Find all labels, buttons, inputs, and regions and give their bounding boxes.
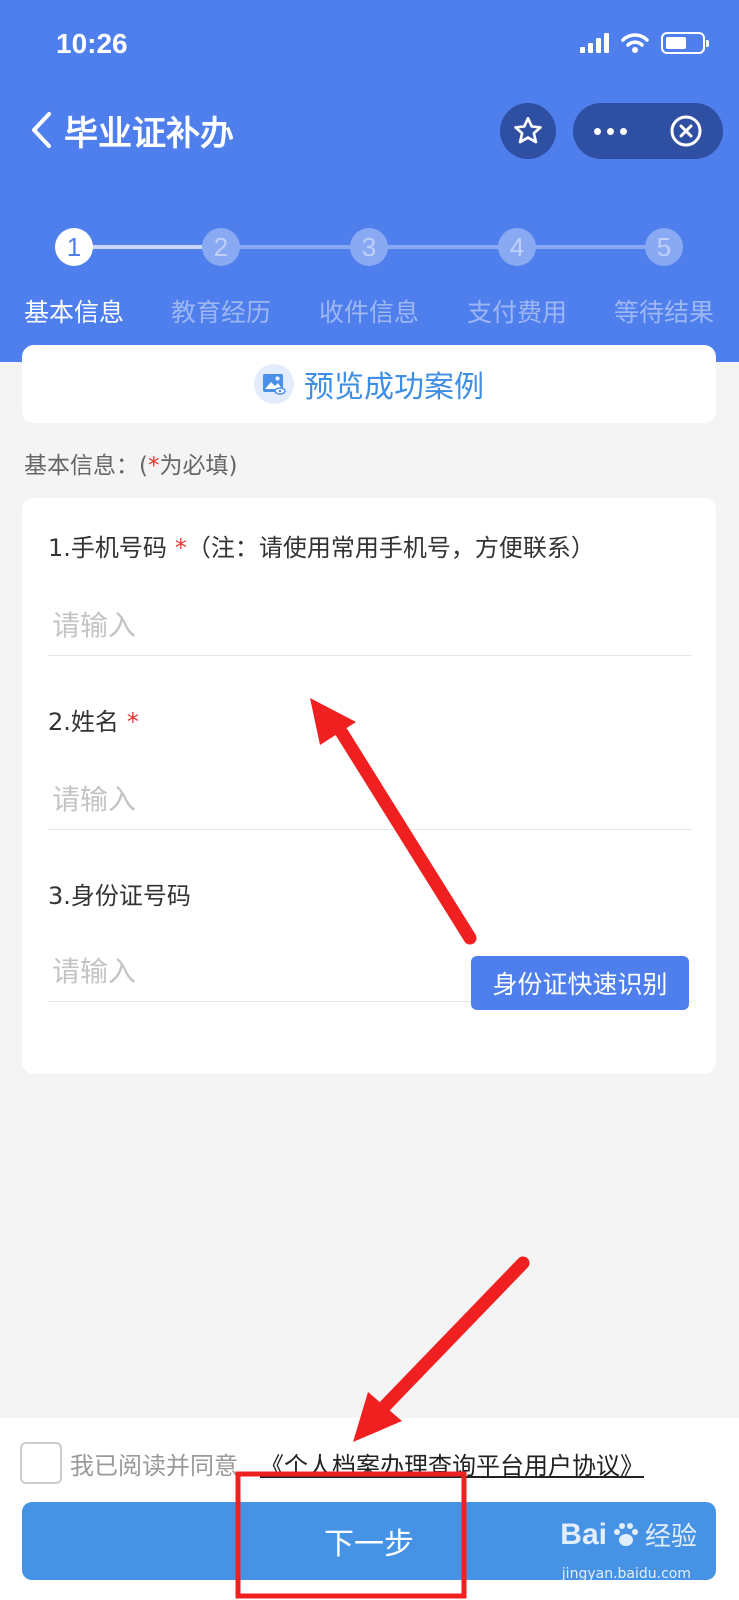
step-3-dot: 3 <box>350 228 388 266</box>
watermark-brand: Bai <box>560 1517 607 1551</box>
favorite-button[interactable] <box>500 103 556 159</box>
more-dots-icon <box>594 127 601 135</box>
step-1-dot: 1 <box>55 228 93 266</box>
step-1-label: 基本信息 <box>23 298 124 327</box>
baidu-watermark: Bai 经验 <box>560 1516 697 1553</box>
agree-checkbox[interactable] <box>20 1442 62 1484</box>
close-circle-icon <box>670 115 701 147</box>
chevron-left-icon <box>32 112 51 148</box>
agreement-row: 我已阅读并同意 《个人档案办理查询平台用户协议》 <box>20 1442 644 1484</box>
user-agreement-link[interactable]: 《个人档案办理查询平台用户协议》 <box>260 1446 644 1481</box>
header: 10:26 毕业证补办 1 2 3 4 5 基本信息 教育经历 收件信息 支付费… <box>0 0 739 362</box>
paw-icon <box>613 1522 638 1546</box>
step-5-label: 等待结果 <box>613 298 714 327</box>
battery-icon <box>661 32 709 54</box>
id-quick-scan-button[interactable]: 身份证快速识别 <box>471 956 689 1010</box>
step-4-label: 支付费用 <box>466 298 567 327</box>
watermark-jingyan: 经验 <box>644 1522 697 1552</box>
back-button[interactable] <box>30 108 60 152</box>
id-number-label: 3.身份证号码 <box>48 882 191 910</box>
star-icon <box>514 117 542 144</box>
red-arrow-down <box>353 1256 530 1442</box>
section-note-prefix: 基本信息：( <box>24 453 148 479</box>
step-2-label: 教育经历 <box>170 298 271 327</box>
step-5-dot: 5 <box>645 228 683 266</box>
preview-success-cases[interactable]: 预览成功案例 <box>22 345 716 423</box>
step-4-dot: 4 <box>498 228 536 266</box>
image-preview-icon <box>254 364 294 404</box>
required-star: * <box>126 708 139 736</box>
watermark-url: jingyan.baidu.com <box>561 1566 691 1582</box>
wifi-icon <box>621 33 649 53</box>
status-time: 10:26 <box>56 28 128 59</box>
section-note-suffix: 为必填) <box>159 453 238 479</box>
step-3-label: 收件信息 <box>318 298 419 327</box>
phone-label: 1.手机号码 *（注：请使用常用手机号，方便联系） <box>48 534 595 562</box>
required-star: * <box>174 534 187 562</box>
basic-info-form: 1.手机号码*（注：请使用常用手机号，方便联系） 2.姓名* 3.身份证号码 身… <box>22 498 716 1074</box>
preview-label: 预览成功案例 <box>304 370 484 405</box>
mini-program-capsule <box>573 103 723 159</box>
step-2-dot: 2 <box>202 228 240 266</box>
signal-icon <box>580 33 609 53</box>
close-button[interactable] <box>648 114 723 148</box>
agree-text: 我已阅读并同意 <box>70 1451 238 1480</box>
phone-input[interactable] <box>48 596 692 656</box>
page-title: 毕业证补办 <box>64 114 234 154</box>
phone-hint: （注：请使用常用手机号，方便联系） <box>186 534 595 562</box>
required-star: * <box>147 453 160 479</box>
more-button[interactable] <box>573 127 648 135</box>
name-input[interactable] <box>48 770 692 830</box>
status-icons <box>580 32 709 54</box>
section-note: 基本信息：(*为必填) <box>24 446 237 480</box>
name-label: 2.姓名 * <box>48 708 139 736</box>
